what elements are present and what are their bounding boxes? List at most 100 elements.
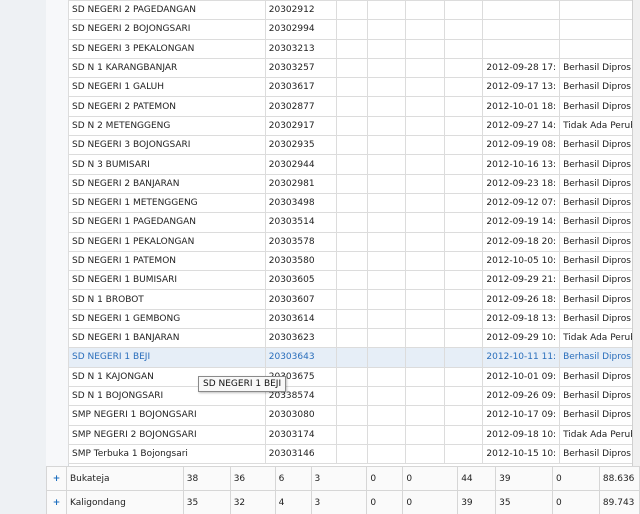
district-row[interactable]: + Bukateja 38 36 6 3 0 0 44 39 0 88.636: [46, 466, 640, 491]
district-row[interactable]: + Kaligondang 35 32 4 3 0 0 39 35 0 89.743: [46, 490, 640, 514]
school-row[interactable]: SD NEGERI 1 PEKALONGAN 20303578 2012-09-18…: [68, 231, 640, 252]
empty-cell[interactable]: [443, 270, 484, 291]
process-date-cell[interactable]: 2012-10-16 13:: [482, 154, 561, 175]
district-value-cell[interactable]: 3: [310, 490, 368, 514]
school-code-cell[interactable]: 20303617: [264, 77, 337, 98]
empty-cell[interactable]: [335, 192, 368, 214]
empty-cell[interactable]: [443, 424, 484, 445]
school-row[interactable]: SD N 1 KARANGBANJAR 20303257 2012-09-28 17…: [68, 57, 640, 79]
empty-cell[interactable]: [335, 77, 368, 98]
school-row[interactable]: SD NEGERI 1 GALUH 20303617 2012-09-17 13: B…: [68, 77, 640, 98]
empty-cell[interactable]: [405, 115, 445, 137]
process-status-cell[interactable]: Berhasil Dipros: [559, 289, 640, 310]
process-status-cell[interactable]: Berhasil Dipros: [559, 405, 640, 426]
empty-cell[interactable]: [405, 347, 445, 368]
empty-cell[interactable]: [366, 443, 407, 465]
empty-cell[interactable]: [443, 328, 484, 349]
empty-cell[interactable]: [405, 270, 445, 291]
empty-cell[interactable]: [335, 115, 368, 137]
empty-cell[interactable]: [405, 77, 445, 98]
district-value-cell[interactable]: 0: [402, 466, 459, 491]
empty-cell[interactable]: [405, 289, 445, 310]
empty-cell[interactable]: [335, 38, 368, 59]
empty-cell[interactable]: [335, 405, 368, 426]
process-date-cell[interactable]: 2012-09-19 08:: [482, 135, 561, 156]
school-name-cell[interactable]: SMP NEGERI 2 BOJONGSARI: [68, 424, 266, 445]
process-status-cell[interactable]: Berhasil Dipros: [559, 231, 640, 252]
school-code-cell[interactable]: 20303605: [264, 270, 337, 291]
school-name-cell[interactable]: SD NEGERI 1 BANJARAN: [68, 328, 266, 349]
school-row[interactable]: SD NEGERI 1 METENGGENG 20303498 2012-09-12…: [68, 192, 640, 214]
school-row[interactable]: SD NEGERI 1 BANJARAN 20303623 2012-09-29 1…: [68, 328, 640, 349]
school-row[interactable]: SD NEGERI 1 BEJI 20303643 2012-10-11 11: Be…: [68, 347, 640, 368]
school-row[interactable]: SD N 1 BOJONGSARI 20338574 2012-09-26 09: B…: [68, 385, 640, 407]
empty-cell[interactable]: [366, 77, 407, 98]
school-row[interactable]: SD NEGERI 2 PAGEDANGAN 20302912: [68, 0, 640, 21]
district-value-cell[interactable]: 89.743: [598, 490, 640, 514]
empty-cell[interactable]: [405, 231, 445, 252]
empty-cell[interactable]: [366, 347, 407, 368]
empty-cell[interactable]: [335, 19, 368, 40]
empty-cell[interactable]: [335, 289, 368, 310]
school-name-cell[interactable]: SD NEGERI 2 PATEMON: [68, 96, 266, 117]
empty-cell[interactable]: [443, 250, 484, 272]
school-row[interactable]: SD NEGERI 3 PEKALONGAN 20303213: [68, 38, 640, 59]
expand-row-icon[interactable]: +: [46, 466, 67, 491]
process-date-cell[interactable]: 2012-09-29 10:: [482, 328, 561, 349]
district-value-cell[interactable]: 0: [552, 490, 600, 514]
school-row[interactable]: SD NEGERI 1 BUMISARI 20303605 2012-09-29 2…: [68, 270, 640, 291]
district-value-cell[interactable]: 4: [274, 490, 312, 514]
empty-cell[interactable]: [366, 328, 407, 349]
empty-cell[interactable]: [335, 57, 368, 79]
empty-cell[interactable]: [443, 115, 484, 137]
empty-cell[interactable]: [443, 19, 484, 40]
school-name-cell[interactable]: SD N 1 BROBOT: [68, 289, 266, 310]
process-status-cell[interactable]: Berhasil Dipros: [559, 443, 640, 465]
process-status-cell[interactable]: Berhasil Dipros: [559, 212, 640, 233]
empty-cell[interactable]: [405, 96, 445, 117]
process-status-cell[interactable]: Tidak Ada Perub: [559, 328, 640, 349]
process-status-cell[interactable]: Berhasil Dipros: [559, 270, 640, 291]
empty-cell[interactable]: [443, 57, 484, 79]
empty-cell[interactable]: [443, 347, 484, 368]
district-name-cell[interactable]: Kaligondang: [65, 490, 184, 514]
district-value-cell[interactable]: 0: [366, 490, 404, 514]
school-row[interactable]: SD NEGERI 2 BOJONGSARI 20302994: [68, 19, 640, 40]
empty-cell[interactable]: [366, 250, 407, 272]
process-date-cell[interactable]: 2012-10-01 09:: [482, 366, 561, 387]
process-status-cell[interactable]: Berhasil Dipros: [559, 192, 640, 214]
empty-cell[interactable]: [335, 0, 368, 21]
empty-cell[interactable]: [335, 328, 368, 349]
school-code-cell[interactable]: 20303080: [264, 405, 337, 426]
school-code-cell[interactable]: 20302944: [264, 154, 337, 175]
empty-cell[interactable]: [366, 424, 407, 445]
empty-cell[interactable]: [443, 443, 484, 465]
school-row[interactable]: SD NEGERI 3 BOJONGSARI 20302935 2012-09-19…: [68, 135, 640, 156]
school-code-cell[interactable]: 20303623: [264, 328, 337, 349]
school-row[interactable]: SD NEGERI 2 PATEMON 20302877 2012-10-01 18…: [68, 96, 640, 117]
district-value-cell[interactable]: 32: [229, 490, 276, 514]
district-value-cell[interactable]: 38: [182, 466, 231, 491]
empty-cell[interactable]: [443, 77, 484, 98]
empty-cell[interactable]: [366, 115, 407, 137]
empty-cell[interactable]: [366, 0, 407, 21]
district-value-cell[interactable]: 88.636: [598, 466, 640, 491]
empty-cell[interactable]: [335, 250, 368, 272]
empty-cell[interactable]: [366, 173, 407, 194]
process-status-cell[interactable]: [559, 19, 640, 40]
empty-cell[interactable]: [366, 212, 407, 233]
process-date-cell[interactable]: 2012-09-17 13:: [482, 77, 561, 98]
school-code-cell[interactable]: 20302912: [264, 0, 337, 21]
empty-cell[interactable]: [335, 308, 368, 330]
process-status-cell[interactable]: Berhasil Dipros: [559, 77, 640, 98]
vertical-scrollbar[interactable]: [632, 0, 640, 466]
school-name-cell[interactable]: SD N 3 BUMISARI: [68, 154, 266, 175]
empty-cell[interactable]: [366, 308, 407, 330]
district-value-cell[interactable]: 36: [229, 466, 276, 491]
empty-cell[interactable]: [405, 250, 445, 272]
process-status-cell[interactable]: Berhasil Dipros: [559, 308, 640, 330]
empty-cell[interactable]: [335, 154, 368, 175]
district-value-cell[interactable]: 0: [366, 466, 404, 491]
empty-cell[interactable]: [405, 405, 445, 426]
process-status-cell[interactable]: Berhasil Dipros: [559, 154, 640, 175]
